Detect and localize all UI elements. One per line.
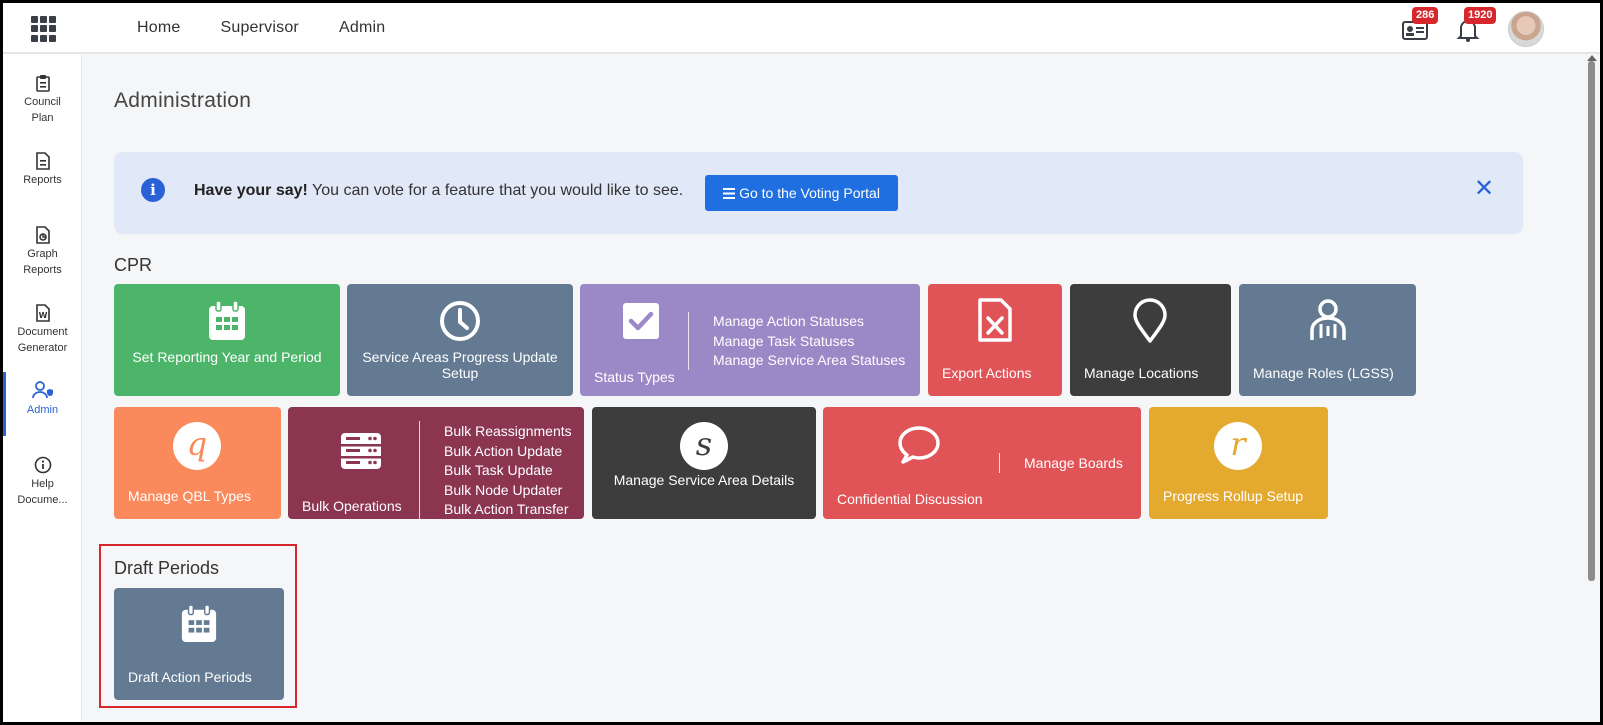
nav-home[interactable]: Home	[137, 19, 180, 37]
chat-bubble-icon	[898, 426, 940, 464]
scrollbar[interactable]	[1588, 61, 1595, 581]
sublink-bulk-node-updater[interactable]: Bulk Node Updater	[444, 481, 572, 501]
tile-manage-roles[interactable]: Manage Roles (LGSS)	[1239, 284, 1416, 396]
sublink-manage-action-statuses[interactable]: Manage Action Statuses	[713, 312, 905, 332]
tile-label: Export Actions	[942, 365, 1032, 381]
nav-supervisor[interactable]: Supervisor	[220, 19, 298, 37]
notifications-badge: 1920	[1464, 7, 1497, 24]
sidebar-item-admin[interactable]: Admin	[3, 372, 82, 436]
sidebar-item-graph-reports[interactable]: Graph Reports	[3, 226, 82, 278]
tile-label: Set Reporting Year and Period	[132, 349, 322, 365]
excel-file-icon	[978, 298, 1012, 342]
confidential-discussion-sublist: Manage Boards	[1024, 454, 1123, 474]
tile-manage-locations[interactable]: Manage Locations	[1070, 284, 1231, 396]
s-letter-icon: s	[680, 422, 728, 470]
highlight-box	[99, 544, 297, 708]
sidebar-item-label: Help Docume...	[17, 478, 68, 506]
top-nav: Home Supervisor Admin	[137, 19, 385, 37]
tile-manage-service-area-details[interactable]: s Manage Service Area Details	[592, 407, 816, 519]
tile-manage-qbl-types[interactable]: q Manage QBL Types	[114, 407, 281, 519]
tile-label: Manage Locations	[1084, 365, 1199, 381]
tile-progress-rollup-setup[interactable]: r Progress Rollup Setup	[1149, 407, 1328, 519]
bulk-operations-sublist: Bulk Reassignments Bulk Action Update Bu…	[444, 422, 572, 519]
tile-label: Confidential Discussion	[837, 491, 983, 507]
voting-portal-label: Go to the Voting Portal	[739, 185, 880, 201]
tile-divider	[419, 421, 420, 519]
info-icon: i	[141, 178, 165, 202]
tile-label: Service Areas Progress Update Setup	[362, 349, 558, 381]
voting-banner: i Have your say! You can vote for a feat…	[114, 152, 1523, 234]
sublink-manage-task-statuses[interactable]: Manage Task Statuses	[713, 332, 905, 352]
voting-portal-button[interactable]: Go to the Voting Portal	[705, 175, 898, 211]
tile-divider	[688, 312, 689, 370]
tile-status-types[interactable]: Status Types Manage Action Statuses Mana…	[580, 284, 920, 396]
tile-service-areas-progress[interactable]: Service Areas Progress Update Setup	[347, 284, 573, 396]
sublink-manage-boards[interactable]: Manage Boards	[1024, 454, 1123, 474]
sidebar-item-council-plan[interactable]: Council Plan	[3, 74, 82, 126]
sidebar-item-help-documents[interactable]: Help Docume...	[3, 456, 82, 508]
sublink-bulk-action-transfer[interactable]: Bulk Action Transfer	[444, 500, 572, 519]
tile-label: Bulk Operations	[302, 498, 402, 514]
status-types-sublist: Manage Action Statuses Manage Task Statu…	[713, 312, 905, 371]
tile-label: Manage QBL Types	[128, 488, 251, 504]
tile-label: Manage Roles (LGSS)	[1253, 365, 1394, 381]
calendar-icon	[209, 300, 245, 340]
document-icon	[35, 152, 50, 170]
section-heading-cpr: CPR	[114, 255, 153, 275]
top-bar: Home Supervisor Admin 286 1920	[3, 3, 1600, 54]
clock-icon	[440, 301, 480, 341]
bell-icon[interactable]: 1920	[1453, 7, 1497, 45]
page-title: Administration	[114, 89, 252, 112]
q-letter-icon: q	[173, 422, 221, 470]
messages-badge: 286	[1412, 7, 1439, 24]
sidebar: Council Plan Reports Graph Reports W Doc…	[3, 54, 82, 722]
sublink-bulk-reassignments[interactable]: Bulk Reassignments	[444, 422, 572, 442]
sublink-bulk-action-update[interactable]: Bulk Action Update	[444, 442, 572, 462]
messages-icon[interactable]: 286	[1400, 7, 1439, 45]
sublink-bulk-task-update[interactable]: Bulk Task Update	[444, 461, 572, 481]
sidebar-item-label: Reports	[23, 174, 62, 186]
location-pin-icon	[1133, 298, 1167, 343]
banner-bold: Have your say!	[194, 182, 308, 199]
sidebar-item-label: Graph Reports	[23, 248, 62, 276]
checkbox-icon	[623, 303, 659, 339]
sidebar-item-label: Document Generator	[17, 326, 68, 354]
r-letter-icon: r	[1214, 422, 1262, 470]
tile-label: Progress Rollup Setup	[1163, 488, 1304, 504]
tile-set-reporting-year[interactable]: Set Reporting Year and Period	[114, 284, 340, 396]
clipboard-icon	[35, 75, 50, 92]
nav-admin[interactable]: Admin	[339, 19, 385, 37]
users-role-icon	[1310, 299, 1346, 340]
tile-label: Manage Service Area Details	[613, 472, 795, 488]
sublink-manage-service-area-statuses[interactable]: Manage Service Area Statuses	[713, 351, 905, 371]
banner-message: You can vote for a feature that you woul…	[307, 182, 684, 199]
avatar[interactable]	[1508, 11, 1544, 47]
sidebar-item-label: Council Plan	[24, 96, 61, 124]
info-circle-icon	[34, 456, 51, 474]
sidebar-item-document-generator[interactable]: W Document Generator	[3, 304, 82, 356]
word-document-icon: W	[35, 304, 50, 322]
sidebar-item-reports[interactable]: Reports	[3, 152, 82, 188]
sidebar-item-label: Admin	[26, 404, 59, 416]
tile-confidential-discussion[interactable]: Confidential Discussion Manage Boards	[823, 407, 1141, 519]
tile-export-actions[interactable]: Export Actions	[928, 284, 1062, 396]
svg-text:W: W	[38, 311, 47, 320]
tile-bulk-operations[interactable]: Bulk Operations Bulk Reassignments Bulk …	[288, 407, 584, 519]
menu-lines-icon	[723, 187, 736, 199]
app-grid-icon[interactable]	[31, 16, 57, 42]
graph-document-icon	[35, 226, 50, 244]
server-stack-icon	[341, 433, 381, 469]
close-icon[interactable]: ✕	[1474, 174, 1494, 203]
tile-label: Status Types	[594, 369, 675, 385]
tile-divider	[999, 453, 1000, 473]
banner-text: Have your say! You can vote for a featur…	[194, 182, 683, 200]
admin-user-icon	[31, 381, 53, 399]
